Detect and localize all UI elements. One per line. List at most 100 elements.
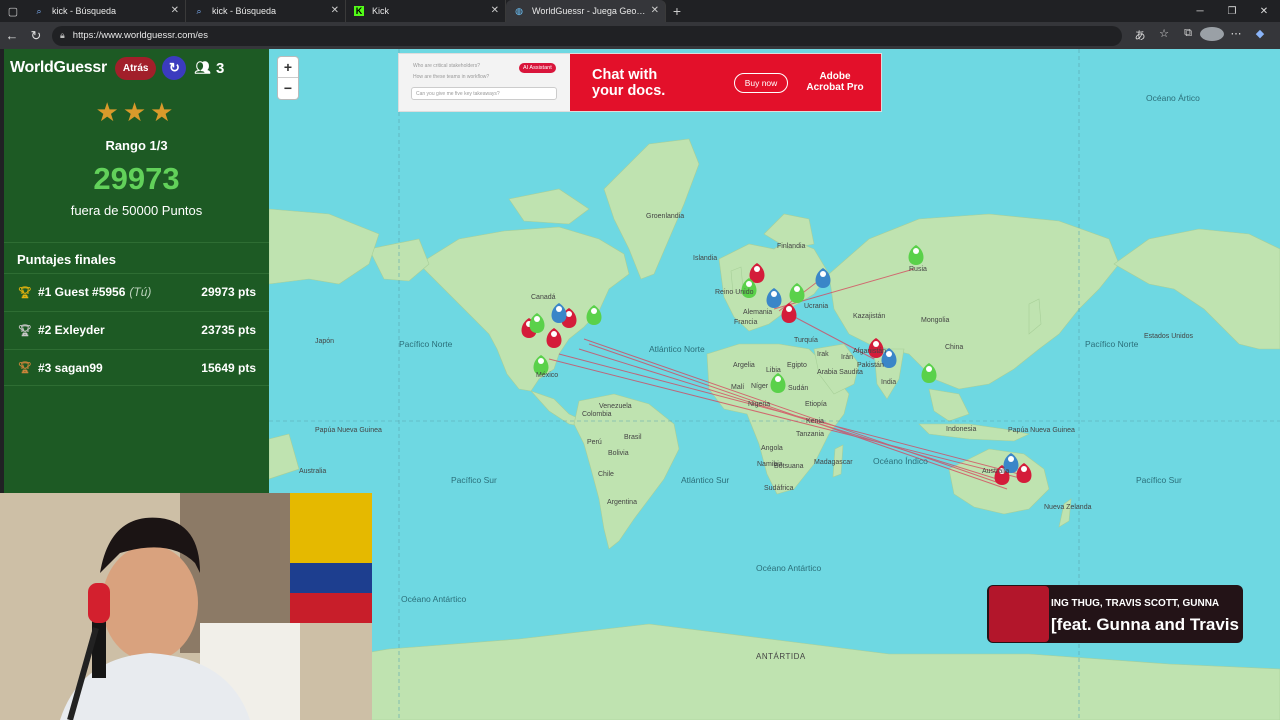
kick-logo-icon: K: [354, 6, 364, 16]
ocean-label-pacifico-sur: Pacífico Sur: [451, 475, 497, 485]
map-label-china: China: [945, 344, 964, 351]
map-label-brasil: Brasil: [624, 434, 642, 441]
map-label-bolivia: Bolivia: [608, 450, 629, 457]
map-label-kenia: Kenia: [806, 418, 824, 425]
map-label-francia: Francia: [734, 319, 758, 326]
ocean-label-pacifico-sur-east: Pacífico Sur: [1136, 475, 1182, 485]
ocean-label-atlantico-norte: Atlántico Norte: [649, 344, 705, 354]
map-label-estados-unidos: Estados Unidos: [1144, 333, 1194, 340]
search-icon: ⌕: [196, 6, 202, 16]
tab-4[interactable]: ◍ WorldGuessr - Juega GeoGuessr ✕: [506, 0, 666, 22]
map-label-libia: Libia: [766, 367, 781, 374]
close-window-icon[interactable]: ✕: [1248, 0, 1280, 22]
map-label-botsuana: Botsuana: [774, 463, 804, 470]
map-label-australia-west: Australia: [299, 468, 327, 475]
ad-ai-badge: AI Assistant: [519, 63, 556, 73]
ad-banner[interactable]: Who are critical stakeholders? How are t…: [398, 53, 882, 112]
map-label-mongolia: Mongolia: [921, 317, 950, 324]
player-name: #3 sagan99: [38, 360, 103, 375]
close-tab-icon[interactable]: ✕: [651, 5, 659, 16]
address-bar-row: ← ↻ 🔒︎ https://www.worldguessr.com/es あ …: [0, 22, 1280, 49]
ad-question-2: How are these teams in workflow?: [413, 74, 490, 80]
close-tab-icon[interactable]: ✕: [331, 5, 339, 16]
translate-icon[interactable]: あ: [1128, 27, 1152, 44]
tab-2[interactable]: ⌕ kick - Búsqueda ✕: [186, 0, 346, 22]
divider: [4, 242, 269, 243]
map-label-ucrania: Ucrania: [804, 303, 829, 310]
worldguessr-logo[interactable]: WorldGuessr: [10, 59, 107, 77]
player-count-value: 3: [215, 59, 225, 77]
more-menu-icon[interactable]: ⋯: [1224, 27, 1248, 44]
ad-red-panel: Chat with your docs. Buy now Adobe Acrob…: [570, 54, 881, 111]
player-name: #1 Guest #5956 (Tú): [38, 285, 152, 299]
stars-rating: ★★★: [95, 97, 178, 127]
ocean-label-oceano-artico: Océano Ártico: [1146, 93, 1200, 103]
ad-preview-panel: Who are critical stakeholders? How are t…: [399, 54, 570, 111]
ad-brand-line-1: Adobe: [819, 71, 851, 82]
restore-icon[interactable]: ❐: [1216, 0, 1248, 22]
ad-question-1: Who are critical stakeholders?: [413, 63, 480, 69]
map-label-angola: Angola: [761, 445, 783, 452]
webcam-overlay: [0, 493, 372, 720]
tab-3[interactable]: K Kick ✕: [346, 0, 506, 22]
gold-trophy-icon: 🏆︎: [18, 286, 32, 299]
map-label-antartida: ANTÁRTIDA: [756, 652, 806, 661]
player-points: 23735 pts: [201, 323, 256, 337]
collections-icon[interactable]: ⧉: [1176, 27, 1200, 44]
leaderboard-row: 🏆︎ #2 Exleyder 23735 pts: [4, 311, 269, 348]
map-label-islandia: Islandia: [693, 255, 718, 262]
map-label-rusia: Rusia: [909, 266, 927, 273]
leaderboard-row: 🏆︎ #3 sagan99 15649 pts: [4, 349, 269, 386]
ad-buy-now-button[interactable]: Buy now: [734, 73, 788, 93]
tab-title: WorldGuessr - Juega GeoGuessr: [532, 6, 650, 16]
url-field[interactable]: 🔒︎ https://www.worldguessr.com/es: [52, 25, 1122, 46]
leaderboard-row: 🏆︎ #1 Guest #5956 (Tú) 29973 pts: [4, 273, 269, 310]
close-tab-icon[interactable]: ✕: [171, 5, 179, 16]
map-label-argelia: Argelia: [733, 362, 755, 369]
back-arrow-icon[interactable]: ←: [0, 22, 24, 49]
now-playing-widget: ING THUG, TRAVIS SCOTT, GUNNA [feat. Gun…: [987, 585, 1243, 643]
reload-icon[interactable]: ↻: [24, 22, 48, 49]
map-label-madagascar: Madagascar: [814, 459, 853, 466]
browser-toolbar: あ ☆ ⧉ ⋯ ◆: [1128, 27, 1272, 44]
map-label-indonesia: Indonesia: [946, 426, 977, 433]
close-tab-icon[interactable]: ✕: [491, 5, 499, 16]
tab-actions-icon[interactable]: ▢: [0, 0, 26, 22]
minimize-icon[interactable]: ─: [1184, 0, 1216, 22]
back-button[interactable]: Atrás: [114, 56, 157, 80]
site-info-icon[interactable]: 🔒︎: [60, 30, 65, 41]
map-label-afganistan: Afganistán: [853, 348, 887, 355]
ad-headline-line-2: your docs.: [592, 83, 666, 99]
tab-1[interactable]: ⌕ kick - Búsqueda ✕: [26, 0, 186, 22]
refresh-icon: ↻: [169, 60, 180, 75]
map-label-iran: Irán: [841, 354, 854, 361]
map-label-nueva-zelanda: Nueva Zelanda: [1044, 504, 1092, 511]
map-label-chile: Chile: [598, 471, 614, 478]
zoom-controls: + −: [278, 57, 298, 99]
copilot-icon[interactable]: ◆: [1248, 27, 1272, 44]
bronze-trophy-icon: 🏆︎: [18, 362, 32, 374]
ad-headline-line-1: Chat with: [592, 67, 658, 83]
play-again-button[interactable]: ↻: [162, 56, 187, 80]
map-label-venezuela: Venezuela: [599, 403, 632, 410]
new-tab-button[interactable]: +: [666, 3, 688, 19]
map-label-mexico: México: [536, 372, 559, 379]
map-label-reino-unido: Reino Unido: [715, 289, 754, 296]
ocean-label-pacifico-norte-east: Pacífico Norte: [1085, 339, 1139, 349]
map-label-mali: Malí: [731, 384, 745, 391]
tab-title: kick - Búsqueda: [212, 6, 277, 16]
favorite-star-icon[interactable]: ☆: [1152, 27, 1176, 44]
map-label-sudafrica: Sudáfrica: [764, 485, 794, 492]
zoom-out-button[interactable]: −: [278, 78, 298, 99]
ad-brand-line-2: Acrobat Pro: [806, 82, 864, 93]
profile-avatar[interactable]: [1200, 27, 1224, 44]
map-label-tanzania: Tanzania: [796, 431, 825, 438]
ocean-label-oceano-indico: Océano Índico: [873, 456, 928, 466]
map-label-kazajistan: Kazajistán: [853, 313, 886, 320]
zoom-in-button[interactable]: +: [278, 57, 298, 78]
tab-bar: ▢ ⌕ kick - Búsqueda ✕ ⌕ kick - Búsqueda …: [0, 0, 1280, 22]
map-label-pakistan: Pakistán: [857, 362, 884, 369]
final-scores-title: Puntajes finales: [17, 252, 116, 267]
total-score: 29973: [93, 161, 180, 196]
map-label-canada: Canadá: [531, 294, 556, 301]
